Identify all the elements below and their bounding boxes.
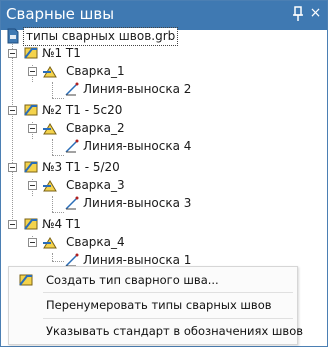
- weld-type-icon: [23, 102, 39, 118]
- collapse-box[interactable]: [28, 124, 37, 133]
- tree-root-label: типы сварных швов.grb: [22, 27, 179, 46]
- weld-type-icon: [23, 159, 39, 175]
- tree-connector: [52, 155, 64, 156]
- collapse-box[interactable]: [8, 49, 17, 58]
- context-menu: Создать тип сварного шва... Перенумерова…: [8, 266, 303, 345]
- show-standard-menu-item[interactable]: Указывать стандарт в обозначениях швов: [9, 320, 303, 342]
- tree-connector: [52, 212, 64, 213]
- tree-group[interactable]: №2 Т1 - 5c20: [19, 102, 239, 119]
- tree-group[interactable]: №1 Т1: [19, 45, 219, 62]
- collapse-box[interactable]: [28, 181, 37, 190]
- menu-item-label: Перенумеровать типы сварных швов: [46, 298, 272, 312]
- collapse-box[interactable]: [8, 106, 17, 115]
- panel-title: Сварные швы: [6, 5, 115, 23]
- leader-line-icon: [64, 138, 80, 154]
- tree-connector: [52, 98, 64, 99]
- leader-label: Линия-выноска 3: [83, 196, 192, 210]
- tree-connector: [52, 82, 53, 98]
- leader-line-icon: [64, 195, 80, 211]
- tree-weld[interactable]: Сварка_4: [38, 234, 238, 251]
- tree-group[interactable]: №3 Т1 - 5/20: [19, 159, 239, 176]
- menu-item-label: Указывать стандарт в обозначениях швов: [46, 324, 304, 338]
- tree-connector: [52, 196, 53, 212]
- tree-connector: [52, 253, 53, 261]
- weld-icon: [42, 234, 58, 250]
- group-label: №2 Т1 - 5c20: [42, 103, 123, 117]
- tree-group[interactable]: №4 Т1: [19, 216, 219, 233]
- collapse-box[interactable]: [28, 67, 37, 76]
- collapse-box[interactable]: [8, 220, 17, 229]
- collapse-box[interactable]: [8, 163, 17, 172]
- close-icon[interactable]: ×: [309, 6, 322, 20]
- welds-panel: Сварные швы × типы сварных швов.grb №1 Т…: [0, 0, 328, 347]
- group-label: №1 Т1: [42, 46, 81, 60]
- group-label: №3 Т1 - 5/20: [42, 160, 120, 174]
- welds-tree: типы сварных швов.grb №1 Т1 Сварка_1 Лин…: [1, 27, 327, 267]
- weld-icon: [42, 120, 58, 136]
- create-weld-type-menu-item[interactable]: Создать тип сварного шва...: [9, 269, 297, 291]
- menu-separator: [43, 318, 293, 319]
- weld-type-icon: [23, 45, 39, 61]
- weld-type-icon: [18, 272, 34, 288]
- weld-icon: [42, 177, 58, 193]
- menu-separator: [43, 292, 293, 293]
- weld-label: Сварка_3: [66, 178, 125, 192]
- tree-leader[interactable]: Линия-выноска 2: [61, 81, 261, 98]
- renumber-weld-types-menu-item[interactable]: Перенумеровать типы сварных швов: [9, 294, 297, 316]
- tree-weld[interactable]: Сварка_1: [38, 63, 238, 80]
- weld-label: Сварка_2: [66, 121, 125, 135]
- pin-icon[interactable]: [291, 6, 305, 22]
- menu-item-label: Создать тип сварного шва...: [46, 273, 219, 287]
- tree-weld[interactable]: Сварка_2: [38, 120, 238, 137]
- leader-line-icon: [64, 81, 80, 97]
- group-label: №4 Т1: [42, 217, 81, 231]
- tree-root[interactable]: типы сварных швов.grb: [1, 27, 241, 46]
- weld-label: Сварка_1: [66, 64, 125, 78]
- collapse-box[interactable]: [28, 238, 37, 247]
- leader-label: Линия-выноска 2: [83, 82, 192, 96]
- weld-type-icon: [23, 216, 39, 232]
- panel-titlebar: Сварные швы ×: [1, 1, 327, 30]
- weld-icon: [42, 63, 58, 79]
- tree-connector: [52, 139, 53, 155]
- leader-label: Линия-выноска 4: [83, 139, 192, 153]
- tree-leader[interactable]: Линия-выноска 3: [61, 195, 261, 212]
- document-icon: [5, 28, 21, 44]
- tree-connector: [12, 40, 13, 221]
- tree-weld[interactable]: Сварка_3: [38, 177, 238, 194]
- weld-label: Сварка_4: [66, 235, 125, 249]
- tree-leader[interactable]: Линия-выноска 4: [61, 138, 261, 155]
